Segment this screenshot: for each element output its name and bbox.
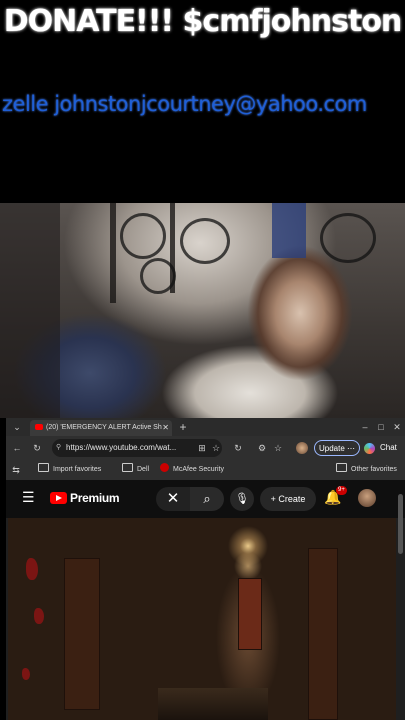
maximize-icon[interactable]: □ [374, 418, 388, 436]
new-tab-button[interactable]: + [176, 418, 190, 436]
site-info-icon[interactable]: ⚲ [56, 439, 61, 457]
extensions-icon[interactable]: ⚙ [256, 439, 268, 457]
tab-youtube[interactable]: (20) 'EMERGENCY ALERT Active Sh ✕ [30, 420, 172, 436]
refresh-icon[interactable]: ↻ [30, 439, 44, 457]
address-toolbar: ← ↻ ⚲ https://www.youtube.com/wat... ⊞ ☆… [6, 436, 405, 460]
video-player[interactable] [8, 518, 396, 720]
favorite-label: McAfee Security [173, 466, 224, 473]
create-label: Create [278, 494, 306, 504]
tab-bar: ⌄ (20) 'EMERGENCY ALERT Active Sh ✕ + – … [6, 418, 405, 436]
folder-icon [122, 463, 133, 472]
microphone-icon[interactable]: 🎙 [230, 487, 254, 511]
favorite-star-icon[interactable]: ☆ [210, 439, 222, 457]
favorites-menu-icon[interactable]: ⇆ [10, 461, 22, 479]
favorites-bar: ⇆ Import favorites Dell McAfee Security … [6, 460, 405, 481]
mcafee-icon [160, 463, 169, 472]
update-button[interactable]: Update ⋯ [314, 440, 360, 456]
account-avatar[interactable] [358, 489, 376, 507]
youtube-header: ☰ Premium ✕ ⌕ 🎙 + Create 🔔 9+ [6, 480, 405, 518]
youtube-premium-label[interactable]: Premium [70, 491, 120, 505]
other-favorites[interactable]: Other favorites [336, 460, 397, 480]
scrollbar[interactable] [398, 494, 403, 554]
folder-icon [38, 463, 49, 472]
back-icon[interactable]: ← [10, 439, 24, 457]
search-icon[interactable]: ⌕ [190, 487, 224, 511]
notification-badge: 9+ [336, 486, 347, 495]
profile-avatar[interactable] [296, 442, 308, 454]
copilot-icon [364, 443, 375, 454]
youtube-icon [35, 424, 43, 430]
collections-icon[interactable]: ☆ [272, 439, 284, 457]
browser-window: ⌄ (20) 'EMERGENCY ALERT Active Sh ✕ + – … [6, 418, 405, 720]
favorite-label: Dell [137, 466, 150, 473]
minimize-icon[interactable]: – [358, 418, 372, 436]
reload-ext-icon[interactable]: ↻ [232, 439, 244, 457]
tab-close-icon[interactable]: ✕ [162, 420, 169, 436]
tab-title: (20) 'EMERGENCY ALERT Active Sh [46, 424, 162, 431]
clear-search-icon[interactable]: ✕ [156, 487, 190, 511]
favorite-mcafee[interactable]: McAfee Security [160, 460, 224, 480]
update-label: Update [318, 444, 345, 453]
webcam-feed [0, 203, 405, 418]
reader-view-icon[interactable]: ⊞ [196, 439, 208, 457]
favorite-label: Import favorites [53, 466, 102, 473]
zelle-banner: zelle johnstonjcourtney@yahoo.com [2, 92, 367, 116]
close-window-icon[interactable]: ✕ [390, 418, 404, 436]
donate-banner: DONATE!!! $cmfjohnston [3, 4, 403, 39]
favorite-dell[interactable]: Dell [122, 460, 149, 480]
copilot-chat-button[interactable]: Chat [364, 440, 404, 456]
favorite-import[interactable]: Import favorites [38, 460, 101, 480]
chat-label: Chat [380, 443, 397, 452]
hamburger-menu-icon[interactable]: ☰ [22, 489, 35, 506]
tab-actions-chevron-icon[interactable]: ⌄ [10, 418, 24, 436]
url-text: https://www.youtube.com/wat... [66, 443, 177, 452]
favorite-label: Other favorites [351, 466, 397, 473]
folder-icon [336, 463, 347, 472]
youtube-logo-icon[interactable] [50, 492, 67, 504]
create-button[interactable]: + Create [260, 487, 316, 511]
